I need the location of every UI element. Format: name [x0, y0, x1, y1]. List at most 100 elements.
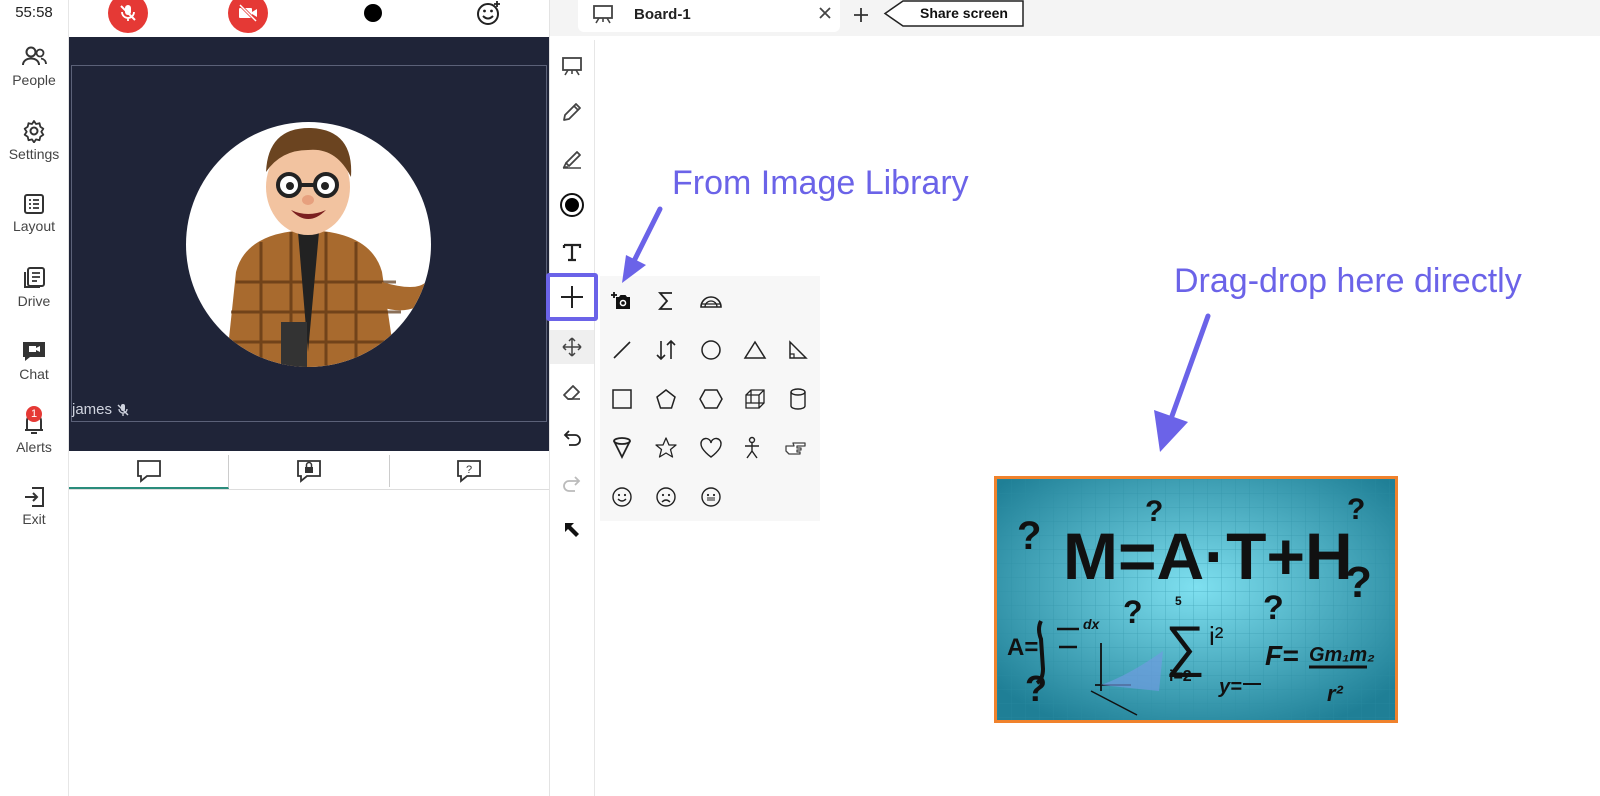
reaction-button[interactable]: [476, 0, 502, 26]
add-board-button[interactable]: [851, 5, 871, 25]
smiley-button[interactable]: [608, 483, 636, 511]
nav-alerts[interactable]: 1 Alerts: [0, 406, 68, 455]
triangle-icon: [743, 340, 767, 359]
cube-shape-button[interactable]: [741, 385, 769, 413]
right-triangle-icon: [789, 340, 808, 359]
tab-board-1[interactable]: [578, 0, 840, 32]
line-icon: [613, 341, 631, 359]
math-symbols-button[interactable]: [652, 287, 680, 315]
cube-icon: [745, 389, 765, 409]
arrow-shape-button[interactable]: [652, 336, 680, 364]
tab-private-chat[interactable]: [229, 455, 390, 487]
tool-add-shape[interactable]: [546, 273, 598, 321]
camera-toggle-button[interactable]: [228, 0, 268, 33]
rectangle-shape-button[interactable]: [608, 385, 636, 413]
private-chat-icon: [297, 460, 321, 483]
nav-chat[interactable]: Chat: [0, 339, 68, 382]
protractor-icon: [700, 296, 722, 308]
math-formula-y: y=: [1218, 676, 1242, 698]
plus-icon: [854, 8, 868, 22]
math-formula-area: A=: [1007, 634, 1038, 661]
people-icon: [22, 46, 47, 66]
close-tab-button[interactable]: [816, 4, 834, 22]
sad-face-button[interactable]: [652, 483, 680, 511]
star-icon: [655, 437, 677, 458]
nav-label-chat: Chat: [19, 366, 49, 382]
participant-avatar: [186, 122, 431, 367]
cylinder-icon: [790, 388, 806, 410]
pointer-arrow-icon: [565, 523, 579, 537]
nav-exit[interactable]: Exit: [0, 486, 68, 527]
tool-pencil[interactable]: [557, 97, 587, 127]
neutral-face-button[interactable]: [697, 483, 725, 511]
hexagon-shape-button[interactable]: [697, 385, 725, 413]
mic-muted-icon: [117, 403, 129, 416]
tool-eraser[interactable]: [557, 377, 587, 407]
math-formula-dx: dx: [1083, 616, 1101, 632]
star-shape-button[interactable]: [652, 434, 680, 462]
pentagon-shape-button[interactable]: [652, 385, 680, 413]
layout-icon: [24, 194, 44, 214]
math-image[interactable]: M=A·T+H ? ? ? ? ? ? ? A= dx ∑ 5 i=2 i² F…: [994, 476, 1398, 723]
nav-drive[interactable]: Drive: [0, 266, 68, 309]
move-arrows-icon: [562, 337, 582, 357]
nav-label-drive: Drive: [17, 293, 51, 309]
svg-text:?: ?: [466, 464, 472, 476]
stick-figure-button[interactable]: [738, 434, 766, 462]
camera-off-icon: [238, 3, 258, 23]
redo-icon: [563, 476, 581, 492]
tool-undo[interactable]: [557, 423, 587, 453]
right-triangle-shape-button[interactable]: [784, 336, 812, 364]
triangle-shape-button[interactable]: [741, 336, 769, 364]
smiley-icon: [612, 487, 632, 507]
nav-settings[interactable]: Settings: [0, 119, 68, 162]
circle-icon: [701, 340, 721, 360]
mic-toggle-button[interactable]: [108, 0, 148, 33]
pointing-hand-icon: [785, 442, 806, 455]
tool-move[interactable]: [550, 330, 594, 364]
side-panel-tabs: ?: [69, 451, 549, 490]
math-question-mark: ?: [1017, 514, 1041, 558]
protractor-button[interactable]: [697, 287, 725, 315]
math-question-mark: ?: [1347, 493, 1365, 526]
math-formula-sum-bottom: i=2: [1169, 668, 1192, 685]
cone-shape-button[interactable]: [608, 434, 636, 462]
math-formula-sum-top: 5: [1175, 594, 1182, 608]
neutral-face-icon: [701, 487, 721, 507]
highlighter-icon: [562, 151, 581, 169]
tab-questions[interactable]: ?: [390, 455, 549, 487]
annotation-arrow-image-library: [622, 206, 663, 283]
whiteboard-icon: [592, 4, 614, 24]
chat-icon: [23, 342, 45, 361]
tool-presentation[interactable]: [557, 51, 587, 81]
presentation-board-icon: [562, 57, 582, 76]
record-button[interactable]: [364, 4, 382, 22]
exit-icon: [25, 487, 44, 507]
cone-icon: [613, 437, 631, 460]
square-icon: [612, 389, 632, 409]
close-icon: [819, 7, 831, 19]
sad-face-icon: [656, 487, 676, 507]
math-question-mark: ?: [1345, 558, 1372, 607]
meeting-timer: 55:58: [15, 4, 53, 21]
tool-color-picker[interactable]: [557, 190, 587, 220]
chat-bubble-icon: [136, 460, 161, 483]
tab-chat[interactable]: [69, 455, 230, 489]
text-icon: [562, 243, 582, 262]
share-screen-label: Share screen: [920, 5, 1008, 21]
pointing-hand-button[interactable]: [781, 434, 809, 462]
line-shape-button[interactable]: [608, 336, 636, 364]
nav-layout[interactable]: Layout: [0, 193, 68, 234]
image-library-button[interactable]: [608, 287, 636, 315]
tool-text[interactable]: [557, 237, 587, 267]
nav-people[interactable]: People: [0, 45, 68, 88]
tool-pointer[interactable]: [557, 515, 587, 545]
circle-shape-button[interactable]: [697, 336, 725, 364]
nav-label-alerts: Alerts: [16, 439, 52, 455]
tool-redo[interactable]: [557, 469, 587, 499]
tool-highlighter[interactable]: [557, 144, 587, 174]
math-question-mark: ?: [1123, 594, 1143, 630]
add-photo-icon: [611, 292, 630, 309]
cylinder-shape-button[interactable]: [784, 385, 812, 413]
heart-shape-button[interactable]: [697, 434, 725, 462]
